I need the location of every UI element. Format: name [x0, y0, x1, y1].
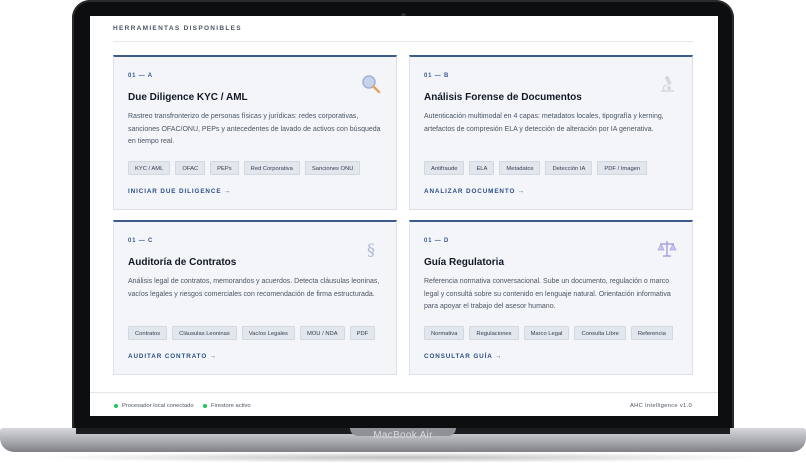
- tag: Marco Legal: [523, 326, 570, 340]
- microscope-icon: [661, 75, 674, 92]
- section-divider: [113, 41, 693, 42]
- card-title: Análisis Forense de Documentos: [424, 92, 582, 103]
- tag: Vacíos Legales: [241, 326, 295, 340]
- scales-icon: [657, 241, 677, 257]
- card-code: 01 — B: [424, 73, 450, 79]
- app-screen: HERRAMIENTAS DISPONIBLES 01 — A Due Dili…: [90, 16, 718, 416]
- status-dot-icon: [114, 404, 118, 408]
- tool-card-contracts: 01 — C § Auditoría de Contratos Análisis…: [113, 220, 397, 375]
- magnifier-icon: [362, 75, 381, 94]
- tool-card-regulatory: 01 — D Guía Regulatoria Referencia norma…: [409, 220, 693, 375]
- tag: KYC / AML: [128, 161, 171, 175]
- tag: Consulta Libre: [574, 326, 626, 340]
- tag: Metadatos: [499, 161, 541, 175]
- status-label: Procesador local conectado: [122, 403, 194, 409]
- laptop-shadow: [30, 452, 776, 463]
- card-title: Guía Regulatoria: [424, 257, 505, 268]
- card-title: Due Diligence KYC / AML: [128, 92, 248, 103]
- tag-list: KYC / AML OFAC PEPs Red Corporativa Sanc…: [128, 161, 361, 175]
- device-brand-label: MacBook Air: [373, 430, 433, 441]
- card-description: Análisis legal de contratos, memorandos …: [128, 278, 380, 298]
- tag: ELA: [469, 161, 495, 175]
- card-description: Autenticación multimodal en 4 capas: met…: [424, 113, 664, 133]
- tag: MOU / NDA: [299, 326, 345, 340]
- tool-card-forensic: 01 — B Análisis Forense de Documentos Au…: [409, 55, 693, 210]
- app-version: AHC Intelligence v1.0: [629, 403, 692, 409]
- tag: PEPs: [210, 161, 239, 175]
- audit-contract-link[interactable]: AUDITAR CONTRATO →: [128, 353, 217, 360]
- status-dot-icon: [203, 404, 207, 408]
- card-code: 01 — A: [128, 73, 153, 79]
- tag: OFAC: [175, 161, 206, 175]
- tag: Referencia: [630, 326, 673, 340]
- tag: Sanciones ONU: [304, 161, 361, 175]
- tag: Contratos: [128, 326, 168, 340]
- tag: Red Corporativa: [243, 161, 300, 175]
- card-code: 01 — C: [128, 238, 154, 244]
- card-description: Referencia normativa conversacional. Sub…: [424, 278, 671, 310]
- consult-guide-link[interactable]: CONSULTAR GUÍA →: [424, 353, 502, 360]
- tag-list: Contratos Cláusulas Leoninas Vacíos Lega…: [128, 326, 376, 340]
- start-due-diligence-link[interactable]: INICIAR DUE DILIGENCE →: [128, 188, 231, 195]
- status-label: Firestore activo: [211, 403, 251, 409]
- tag: Regulaciones: [469, 326, 519, 340]
- tag: Detección IA: [545, 161, 593, 175]
- section-sign-icon: §: [367, 240, 375, 259]
- tag-list: Antifraude ELA Metadatos Detección IA PD…: [424, 161, 648, 175]
- tag-list: Normativa Regulaciones Marco Legal Consu…: [424, 326, 673, 340]
- card-title: Auditoría de Contratos: [128, 257, 237, 268]
- status-firestore: Firestore activo: [203, 403, 251, 409]
- tag: Cláusulas Leoninas: [172, 326, 237, 340]
- card-description: Rastreo transfronterizo de personas físi…: [128, 113, 381, 145]
- tag: PDF / Imagen: [597, 161, 648, 175]
- status-local-processor: Procesador local conectado: [114, 403, 194, 409]
- svg-text:§: §: [367, 240, 375, 259]
- card-code: 01 — D: [424, 238, 450, 244]
- tag: PDF: [349, 326, 376, 340]
- tool-card-due-diligence: 01 — A Due Diligence KYC / AML Rastreo t…: [113, 55, 397, 210]
- section-title: HERRAMIENTAS DISPONIBLES: [113, 25, 242, 32]
- analyze-document-link[interactable]: ANALIZAR DOCUMENTO →: [424, 188, 525, 195]
- footer-divider: [90, 392, 718, 393]
- tag: Normativa: [424, 326, 465, 340]
- tag: Antifraude: [424, 161, 465, 175]
